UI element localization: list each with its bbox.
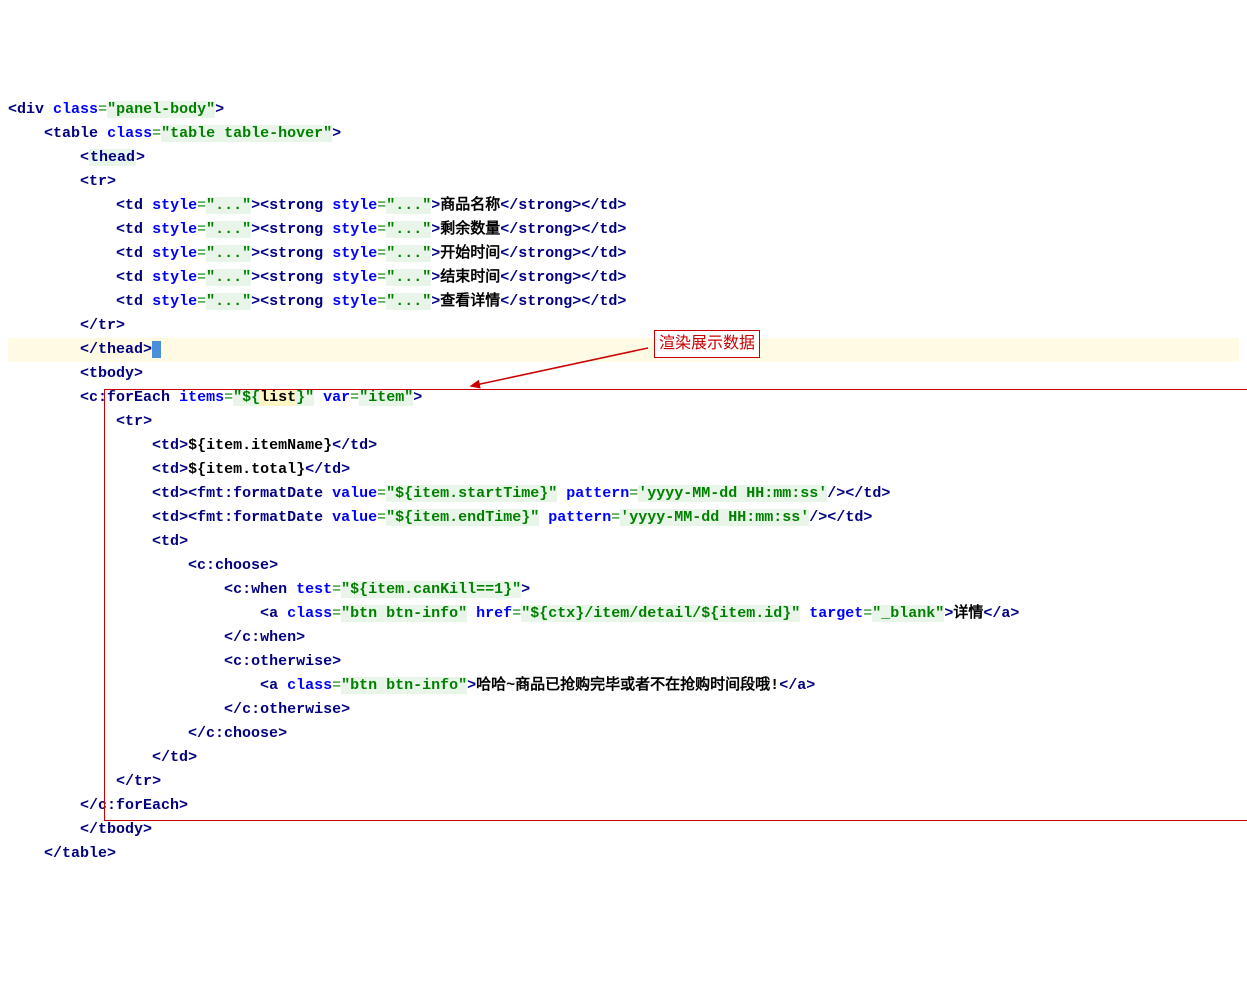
- code-line[interactable]: <table class="table table-hover">: [8, 122, 1239, 146]
- code-line[interactable]: <td style="..."><strong style="...">查看详情…: [8, 290, 1239, 314]
- code-line[interactable]: </c:forEach>: [8, 794, 1239, 818]
- code-line[interactable]: <td><fmt:formatDate value="${item.endTim…: [8, 506, 1239, 530]
- code-line[interactable]: <a class="btn btn-info" href="${ctx}/ite…: [8, 602, 1239, 626]
- code-line[interactable]: </tr>: [8, 314, 1239, 338]
- code-line[interactable]: <tr>: [8, 170, 1239, 194]
- code-line[interactable]: </table>: [8, 842, 1239, 866]
- code-line[interactable]: </td>: [8, 746, 1239, 770]
- code-line[interactable]: <c:when test="${item.canKill==1}">: [8, 578, 1239, 602]
- code-line[interactable]: <td style="..."><strong style="...">剩余数量…: [8, 218, 1239, 242]
- code-line[interactable]: <thead>: [8, 146, 1239, 170]
- code-line[interactable]: <td style="..."><strong style="...">商品名称…: [8, 194, 1239, 218]
- code-line[interactable]: <c:forEach items="${list}" var="item">: [8, 386, 1239, 410]
- code-line[interactable]: </c:otherwise>: [8, 698, 1239, 722]
- annotation-label: 渲染展示数据: [654, 330, 760, 358]
- code-line[interactable]: <td>${item.total}</td>: [8, 458, 1239, 482]
- code-editor[interactable]: <div class="panel-body"> <table class="t…: [8, 98, 1239, 866]
- code-line[interactable]: <td style="..."><strong style="...">结束时间…: [8, 266, 1239, 290]
- code-line[interactable]: <tr>: [8, 410, 1239, 434]
- code-line[interactable]: <td><fmt:formatDate value="${item.startT…: [8, 482, 1239, 506]
- code-line[interactable]: <c:otherwise>: [8, 650, 1239, 674]
- code-line[interactable]: <c:choose>: [8, 554, 1239, 578]
- code-line[interactable]: <td>${item.itemName}</td>: [8, 434, 1239, 458]
- code-line[interactable]: <tbody>: [8, 362, 1239, 386]
- code-line[interactable]: </thead>: [8, 338, 1239, 362]
- code-line[interactable]: </c:choose>: [8, 722, 1239, 746]
- code-line[interactable]: </c:when>: [8, 626, 1239, 650]
- code-line[interactable]: <div class="panel-body">: [8, 98, 1239, 122]
- code-line[interactable]: </tr>: [8, 770, 1239, 794]
- code-line[interactable]: <td>: [8, 530, 1239, 554]
- code-line[interactable]: </tbody>: [8, 818, 1239, 842]
- code-line[interactable]: <td style="..."><strong style="...">开始时间…: [8, 242, 1239, 266]
- code-line[interactable]: <a class="btn btn-info">哈哈~商品已抢购完毕或者不在抢购…: [8, 674, 1239, 698]
